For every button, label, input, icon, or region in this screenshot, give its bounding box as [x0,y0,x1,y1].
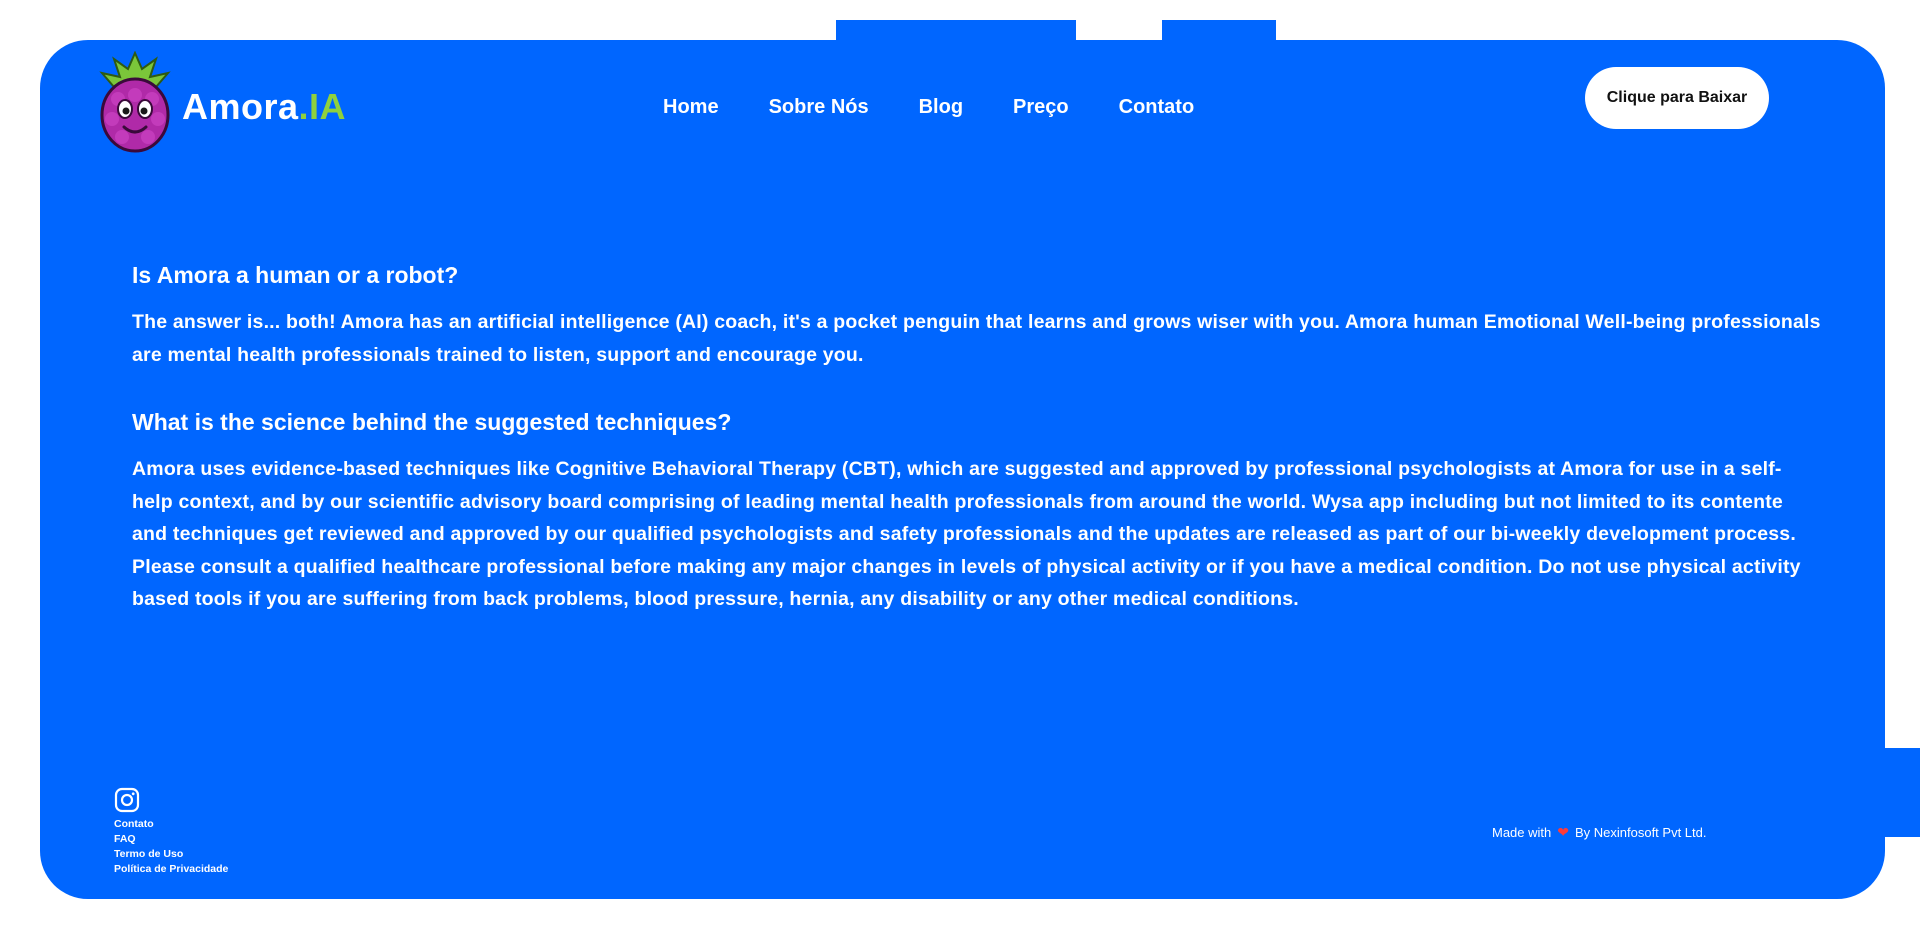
nav-preco[interactable]: Preço [1013,96,1069,119]
footer-link-termo-de-uso[interactable]: Termo de Uso [114,847,228,862]
instagram-icon[interactable] [114,787,140,813]
footer-link-privacidade[interactable]: Política de Privacidade [114,862,228,877]
footer-links: Contato FAQ Termo de Uso Política de Pri… [114,787,228,877]
heart-icon: ❤ [1557,824,1569,840]
faq-section: Is Amora a human or a robot? The answer … [132,260,1822,652]
nav-blog[interactable]: Blog [919,96,963,119]
faq-answer: Amora uses evidence-based techniques lik… [132,458,1801,610]
side-tab-decoration [1884,748,1920,837]
faq-question: Is Amora a human or a robot? [132,262,459,288]
nav-home[interactable]: Home [663,96,719,119]
made-with-credit: Made with ❤ By Nexinfosoft Pvt Ltd. [1492,824,1707,841]
main-card: Amora.IA Home Sobre Nós Blog Preço Conta… [40,40,1885,899]
brand-name: Amora.IA [182,86,346,128]
nav-sobre-nos[interactable]: Sobre Nós [769,96,869,119]
brand-name-accent: .IA [298,86,347,127]
brand-logo[interactable]: Amora.IA [98,51,346,155]
main-nav: Home Sobre Nós Blog Preço Contato [663,96,1194,119]
made-with-suffix: By Nexinfosoft Pvt Ltd. [1574,825,1707,840]
footer-link-contato[interactable]: Contato [114,817,228,832]
download-button[interactable]: Clique para Baixar [1585,67,1769,129]
made-with-prefix: Made with [1492,825,1552,840]
brand-name-main: Amora [182,86,299,127]
nav-contato[interactable]: Contato [1119,96,1195,119]
raspberry-mascot-icon [99,51,171,153]
faq-question: What is the science behind the suggested… [132,409,732,435]
faq-answer: The answer is... both! Amora has an arti… [132,311,1821,366]
footer-link-faq[interactable]: FAQ [114,832,228,847]
